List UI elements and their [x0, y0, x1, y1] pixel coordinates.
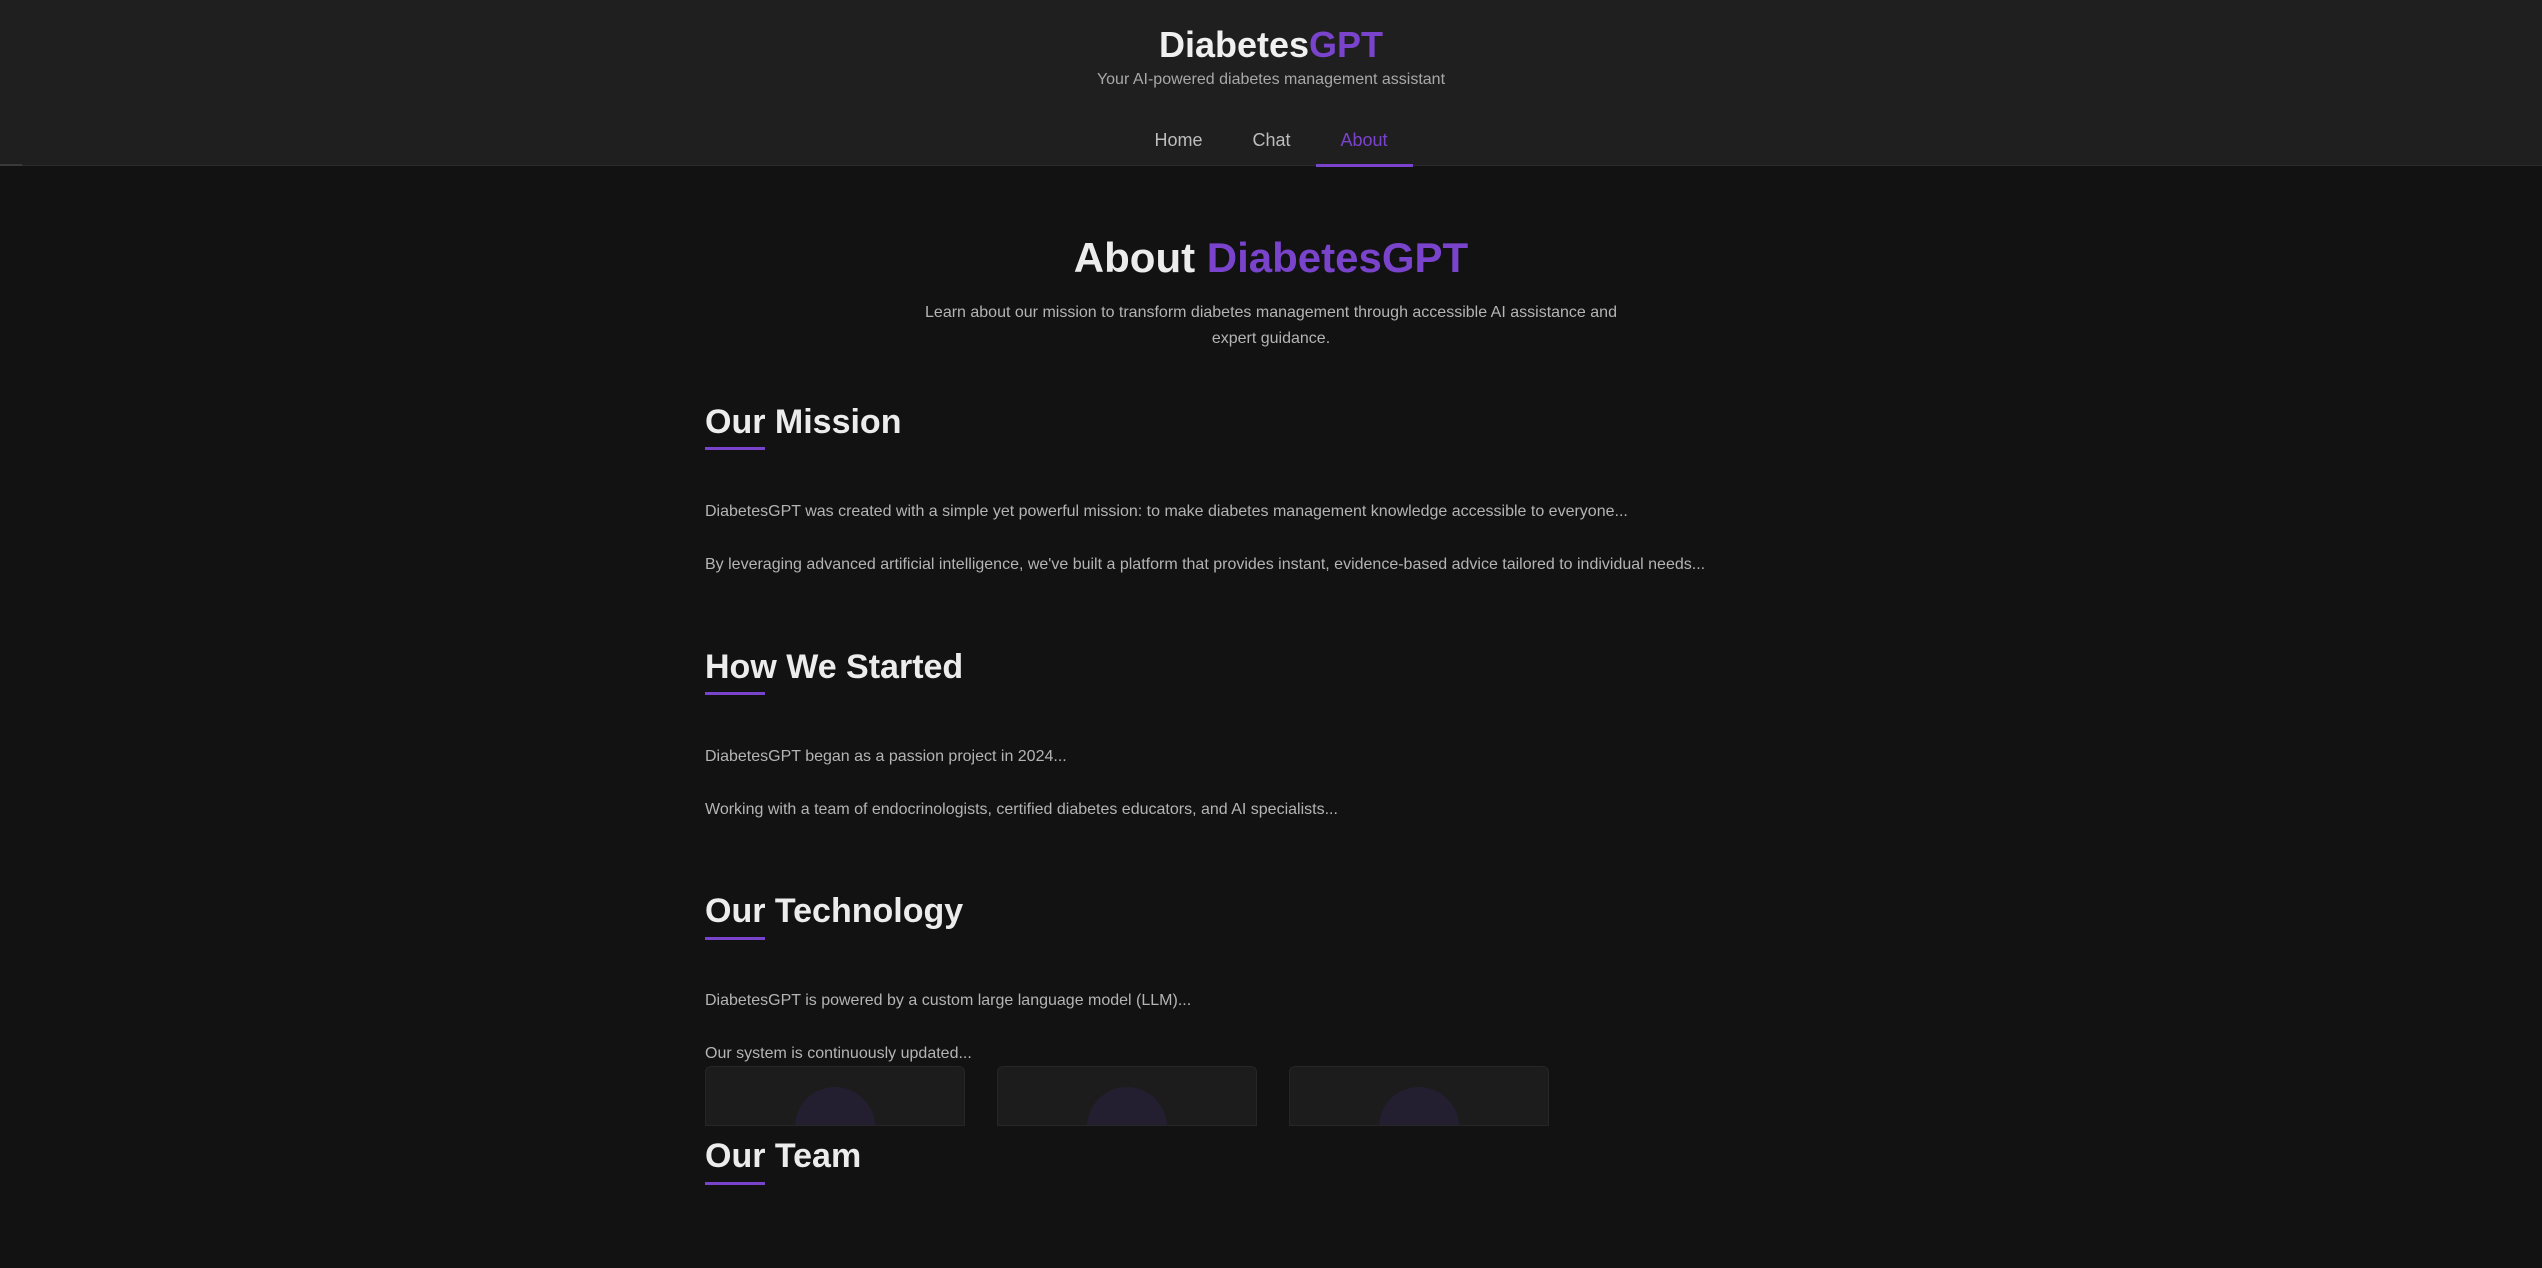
section-title-how-we-started: How We Started: [705, 648, 964, 686]
started-paragraph-2: Working with a team of endocrinologists,…: [705, 801, 1338, 818]
mission-paragraph-1: DiabetesGPT was created with a simple ye…: [705, 503, 1628, 520]
technology-paragraph-2: Our system is continuously updated...: [705, 1045, 972, 1062]
page-subtitle: Learn about our mission to transform dia…: [925, 304, 1617, 347]
brand-name-accent: GPT: [1309, 24, 1384, 65]
page-title: About DiabetesGPT: [0, 232, 2542, 284]
section-underline: [705, 1182, 765, 1185]
nav-about[interactable]: About: [1315, 118, 1413, 167]
section-title-mission: Our Mission: [705, 403, 902, 441]
section-underline: [705, 447, 765, 450]
section-title-team: Our Team: [705, 1137, 862, 1175]
section-underline: [705, 937, 765, 940]
technology-paragraph-1: DiabetesGPT is powered by a custom large…: [705, 992, 1192, 1009]
avatar: [795, 1087, 875, 1125]
nav-chat[interactable]: Chat: [1227, 118, 1315, 166]
team-member-card: [705, 1066, 965, 1126]
site-header: DiabetesGPT Your AI-powered diabetes man…: [0, 0, 2542, 167]
about-page: About DiabetesGPT Learn about our missio…: [0, 166, 2542, 1268]
tagline: Your AI-powered diabetes management assi…: [1096, 71, 1446, 88]
team-member-card: [997, 1066, 1257, 1126]
brand-logo[interactable]: DiabetesGPT: [0, 22, 2542, 68]
nav-home[interactable]: Home: [1129, 118, 1227, 166]
page-title-primary: About: [1073, 234, 1196, 281]
avatar: [1087, 1087, 1167, 1125]
section-title-technology: Our Technology: [705, 892, 964, 930]
team-member-card: [1289, 1066, 1549, 1126]
mission-paragraph-2: By leveraging advanced artificial intell…: [705, 556, 1706, 573]
avatar: [1379, 1087, 1459, 1125]
brand-name-primary: Diabetes: [1158, 24, 1310, 65]
page-title-accent: DiabetesGPT: [1206, 234, 1469, 281]
started-paragraph-1: DiabetesGPT began as a passion project i…: [705, 748, 1067, 765]
section-underline: [705, 692, 765, 695]
main-nav: Home Chat About: [0, 118, 2542, 167]
